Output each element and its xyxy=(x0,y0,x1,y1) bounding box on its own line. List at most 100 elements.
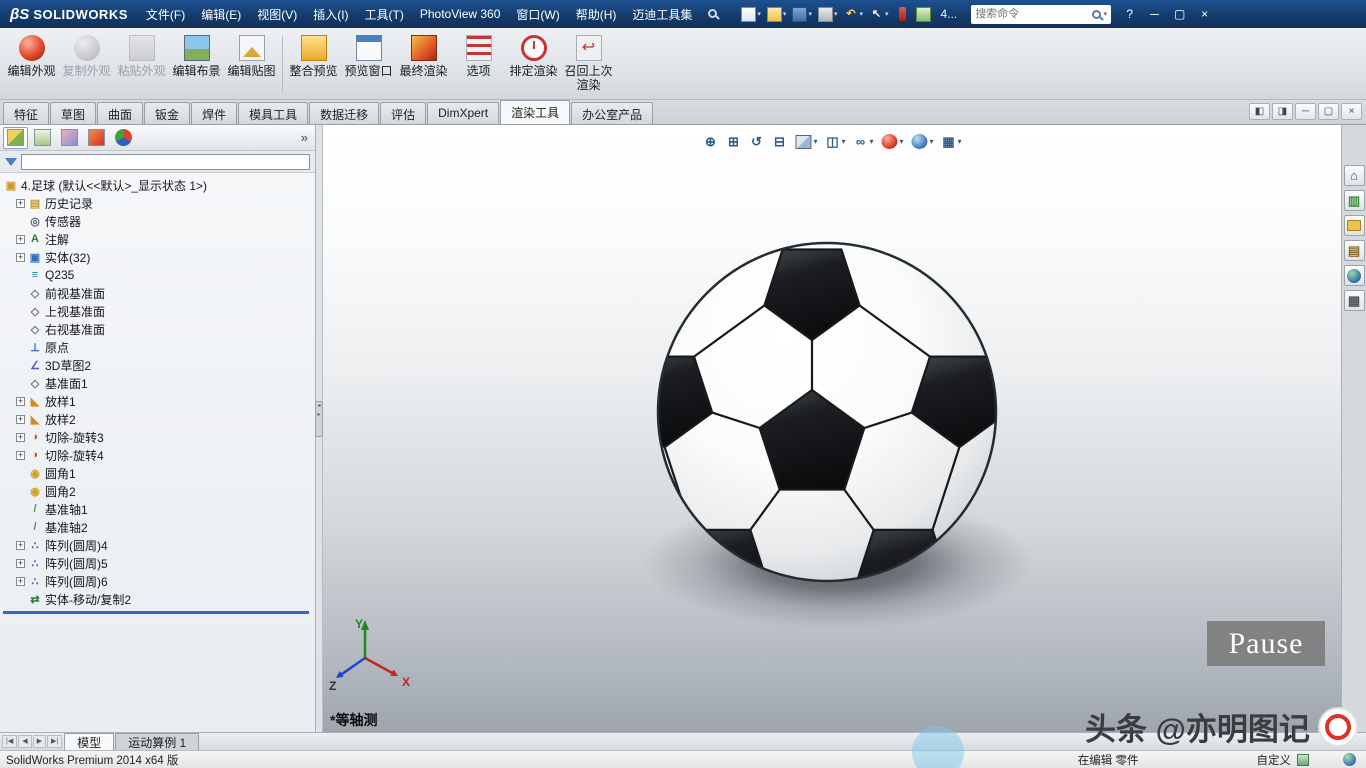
tree-item[interactable]: ∠3D草图2 xyxy=(0,356,315,374)
tree-item[interactable]: ⊥原点 xyxy=(0,338,315,356)
tree-item[interactable]: +◣放样2 xyxy=(0,410,315,428)
chevron-down-icon[interactable]: ▾ xyxy=(958,137,962,146)
design-binder-button[interactable] xyxy=(914,6,933,23)
expand-icon[interactable]: + xyxy=(16,577,25,586)
tree-item[interactable]: /基准轴2 xyxy=(0,518,315,536)
menu-item[interactable]: 文件(F) xyxy=(138,2,193,27)
rollback-bar[interactable] xyxy=(3,611,309,614)
chevron-down-icon[interactable]: ▾ xyxy=(841,137,845,146)
tree-item[interactable]: +◑切除-旋转3 xyxy=(0,428,315,446)
select-button[interactable]: ↖▾ xyxy=(867,6,891,23)
command-tab[interactable]: DimXpert xyxy=(427,102,499,124)
expand-panel-chevron[interactable]: » xyxy=(297,130,312,145)
scroll-first-button[interactable]: |◀ xyxy=(2,735,17,748)
tree-item[interactable]: ◎传感器 xyxy=(0,212,315,230)
section-view-button[interactable]: ⊟ xyxy=(769,132,789,151)
open-document-button[interactable]: ▾ xyxy=(765,6,789,23)
command-tab[interactable]: 曲面 xyxy=(97,102,143,124)
command-tab[interactable]: 钣金 xyxy=(144,102,190,124)
recall-render-button[interactable]: 召回上次渲染 xyxy=(561,31,616,97)
hide-show-items-button[interactable]: ∞▾ xyxy=(850,132,875,151)
restore-doc-button[interactable]: ▢ xyxy=(1318,103,1339,120)
close-button[interactable]: × xyxy=(1192,4,1217,24)
filter-funnel-icon[interactable] xyxy=(5,158,17,166)
edit-appearance-button[interactable]: 编辑外观 xyxy=(4,31,59,97)
edit-appearance-button[interactable]: ▾ xyxy=(879,132,906,151)
expand-icon[interactable]: + xyxy=(16,541,25,550)
tree-item[interactable]: +▤历史记录 xyxy=(0,194,315,212)
appearances-button[interactable] xyxy=(1344,265,1365,286)
preview-window-button[interactable]: 预览窗口 xyxy=(341,31,396,97)
scroll-last-button[interactable]: ▶| xyxy=(47,735,62,748)
featuremanager-tab[interactable] xyxy=(3,127,28,149)
edit-decal-button[interactable]: 编辑贴图 xyxy=(224,31,279,97)
command-tab[interactable]: 模具工具 xyxy=(238,102,308,124)
tree-item[interactable]: ≡Q235 xyxy=(0,266,315,284)
tree-item[interactable]: ▣4.足球 (默认<<默认>_显示状态 1>) xyxy=(0,176,315,194)
integrated-preview-button[interactable]: 整合预览 xyxy=(286,31,341,97)
minimize-button[interactable]: ─ xyxy=(1142,4,1167,24)
command-tab[interactable]: 数据迁移 xyxy=(309,102,379,124)
new-document-button[interactable]: ▾ xyxy=(739,6,763,23)
minimize-doc-button[interactable]: ─ xyxy=(1295,103,1316,120)
model-tab[interactable]: 模型 xyxy=(64,733,114,750)
search-icon[interactable] xyxy=(1092,10,1101,19)
chevron-down-icon[interactable]: ▾ xyxy=(757,10,761,18)
command-tab[interactable]: 特征 xyxy=(3,102,49,124)
chevron-down-icon[interactable]: ▾ xyxy=(885,10,889,18)
chevron-down-icon[interactable]: ▾ xyxy=(783,10,787,18)
graphics-viewport[interactable]: ⊕⊞↺⊟▾◫▾∞▾▾▾▦▾ xyxy=(323,125,1341,732)
design-library-button[interactable]: ▥ xyxy=(1344,190,1365,211)
expand-icon[interactable]: + xyxy=(16,559,25,568)
tree-item[interactable]: ◉圆角1 xyxy=(0,464,315,482)
command-tab[interactable]: 渲染工具 xyxy=(500,100,570,124)
dimxpertmanager-tab[interactable] xyxy=(84,127,109,149)
menu-item[interactable]: 工具(T) xyxy=(357,2,412,27)
expand-icon[interactable]: + xyxy=(16,451,25,460)
tree-item[interactable]: ◇基准面1 xyxy=(0,374,315,392)
chevron-down-icon[interactable]: ▾ xyxy=(1104,10,1108,18)
previous-view-button[interactable]: ↺ xyxy=(746,132,766,151)
custom-status[interactable]: 自定义 xyxy=(1257,752,1292,768)
zoom-area-button[interactable]: ⊞ xyxy=(723,132,743,151)
menu-item[interactable]: 窗口(W) xyxy=(508,2,567,27)
close-doc-button[interactable]: × xyxy=(1341,103,1362,120)
search-input[interactable] xyxy=(975,8,1088,20)
tree-item[interactable]: +∴阵列(圆周)4 xyxy=(0,536,315,554)
pause-button[interactable]: Pause xyxy=(1207,621,1325,666)
chevron-down-icon[interactable]: ▾ xyxy=(813,137,817,146)
view-palette-button[interactable]: ▤ xyxy=(1344,240,1365,261)
document-status-icon[interactable] xyxy=(1297,754,1309,766)
panel-splitter[interactable]: ◂▸ xyxy=(316,125,323,732)
tree-item[interactable]: ◉圆角2 xyxy=(0,482,315,500)
tree-item[interactable]: +◑切除-旋转4 xyxy=(0,446,315,464)
menu-item[interactable]: PhotoView 360 xyxy=(412,3,509,25)
menu-item[interactable]: 帮助(H) xyxy=(568,2,625,27)
print-button[interactable]: ▾ xyxy=(816,6,840,23)
chevron-down-icon[interactable]: ▾ xyxy=(930,137,934,146)
tree-item[interactable]: +▣实体(32) xyxy=(0,248,315,266)
file-explorer-button[interactable] xyxy=(1344,215,1365,236)
tree-item[interactable]: +∴阵列(圆周)5 xyxy=(0,554,315,572)
save-button[interactable]: ▾ xyxy=(790,6,814,23)
help-button[interactable]: ? xyxy=(1117,4,1142,24)
displaymanager-tab[interactable] xyxy=(111,127,136,149)
zoom-fit-button[interactable]: ⊕ xyxy=(700,132,720,151)
menu-item[interactable]: 插入(I) xyxy=(305,2,356,27)
command-tab[interactable]: 草图 xyxy=(50,102,96,124)
undo-button[interactable]: ↶▾ xyxy=(841,6,865,23)
expand-icon[interactable]: + xyxy=(16,235,25,244)
custom-properties-button[interactable]: ▦ xyxy=(1344,290,1365,311)
chevron-down-icon[interactable]: ▾ xyxy=(859,10,863,18)
chevron-down-icon[interactable]: ▾ xyxy=(834,10,838,18)
tree-item[interactable]: ◇上视基准面 xyxy=(0,302,315,320)
expand-icon[interactable]: + xyxy=(16,415,25,424)
tree-item[interactable]: /基准轴1 xyxy=(0,500,315,518)
final-render-button[interactable]: 最终渲染 xyxy=(396,31,451,97)
connection-status-icon[interactable] xyxy=(1343,753,1356,766)
tree-item[interactable]: ◇右视基准面 xyxy=(0,320,315,338)
command-tab[interactable]: 焊件 xyxy=(191,102,237,124)
expand-icon[interactable]: + xyxy=(16,397,25,406)
splitter-grip-icon[interactable]: ◂▸ xyxy=(315,401,323,437)
display-style-button[interactable]: ◫▾ xyxy=(822,132,847,151)
